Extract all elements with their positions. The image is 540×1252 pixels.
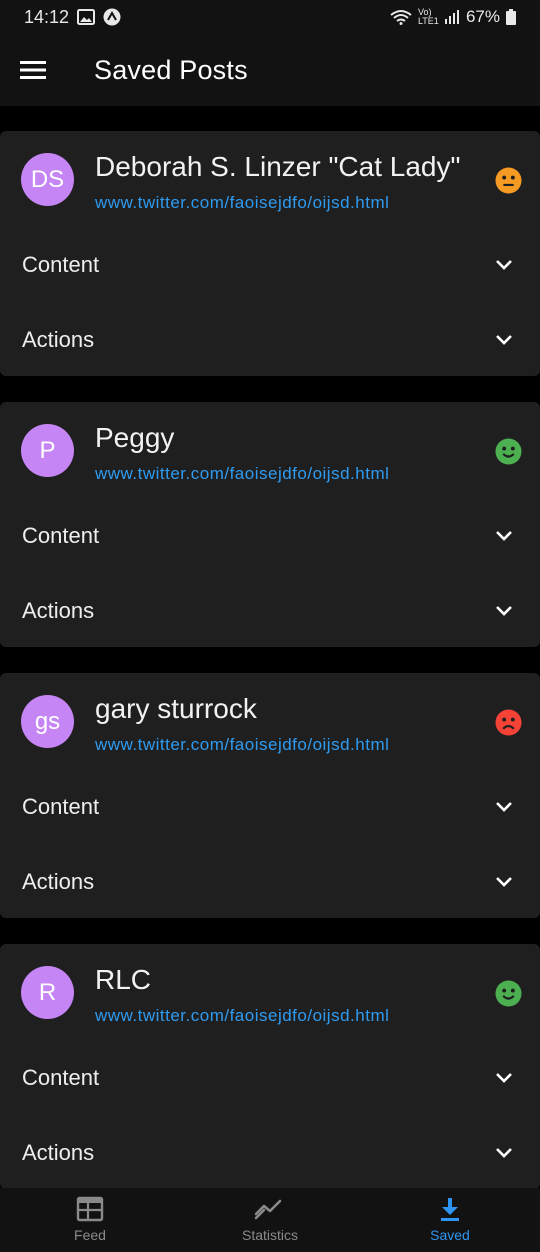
chevron-down-icon — [496, 259, 512, 270]
actions-expander[interactable]: Actions — [0, 844, 540, 919]
app-bar: Saved Posts — [0, 34, 540, 106]
wifi-icon — [390, 10, 412, 25]
download-icon — [441, 1198, 459, 1221]
nav-item-saved[interactable]: Saved — [360, 1188, 540, 1252]
post-card: R RLC www.twitter.com/faoisejdfo/oijsd.h… — [0, 944, 540, 1189]
post-link[interactable]: www.twitter.com/faoisejdfo/oijsd.html — [95, 1006, 389, 1026]
menu-button[interactable] — [0, 34, 66, 106]
content-label: Content — [22, 793, 100, 819]
actions-expander[interactable]: Actions — [0, 573, 540, 648]
actions-expander[interactable]: Actions — [0, 1115, 540, 1190]
actions-label: Actions — [22, 868, 95, 894]
bottom-navigation: Feed Statistics Saved — [0, 1188, 540, 1252]
author-name: Peggy — [95, 422, 175, 453]
post-header[interactable]: DS Deborah S. Linzer "Cat Lady" www.twit… — [0, 131, 540, 227]
signal-icon — [444, 10, 459, 24]
content-label: Content — [22, 1064, 100, 1090]
post-card: P Peggy www.twitter.com/faoisejdfo/oijsd… — [0, 402, 540, 647]
actions-expander[interactable]: Actions — [0, 302, 540, 377]
actions-label: Actions — [22, 326, 95, 352]
happy-face-icon — [495, 980, 522, 1007]
status-time: 14:12 — [24, 6, 70, 27]
chevron-down-icon — [496, 530, 512, 541]
content-expander[interactable]: Content — [0, 769, 540, 844]
avatar: gs — [21, 695, 74, 748]
author-name: RLC — [95, 964, 152, 995]
battery-icon — [506, 9, 516, 25]
status-bar: 14:12 Vo) LTE1 67% — [0, 0, 540, 34]
sad-face-icon — [495, 709, 522, 736]
post-card: gs gary sturrock www.twitter.com/faoisej… — [0, 673, 540, 918]
avatar: P — [21, 424, 74, 477]
neutral-face-icon — [495, 167, 522, 194]
hamburger-menu-icon — [20, 61, 46, 79]
content-expander[interactable]: Content — [0, 498, 540, 573]
post-header[interactable]: P Peggy www.twitter.com/faoisejdfo/oijsd… — [0, 402, 540, 498]
page-title: Saved Posts — [94, 54, 248, 85]
nav-label-statistics: Statistics — [241, 1227, 298, 1243]
nav-item-feed[interactable]: Feed — [0, 1188, 180, 1252]
author-name: Deborah S. Linzer "Cat Lady" — [95, 151, 461, 182]
content-label: Content — [22, 522, 100, 548]
content-expander[interactable]: Content — [0, 227, 540, 302]
network-label: Vo) LTE1 — [417, 7, 439, 26]
nav-label-feed: Feed — [74, 1227, 106, 1243]
chevron-down-icon — [496, 605, 512, 616]
content-expander[interactable]: Content — [0, 1040, 540, 1115]
post-link[interactable]: www.twitter.com/faoisejdfo/oijsd.html — [95, 735, 389, 755]
statistics-icon — [254, 1199, 282, 1220]
actions-label: Actions — [22, 1139, 95, 1165]
chevron-down-icon — [496, 876, 512, 887]
chevron-down-icon — [496, 801, 512, 812]
nav-item-statistics[interactable]: Statistics — [180, 1188, 360, 1252]
post-card: DS Deborah S. Linzer "Cat Lady" www.twit… — [0, 131, 540, 376]
post-header[interactable]: R RLC www.twitter.com/faoisejdfo/oijsd.h… — [0, 944, 540, 1040]
actions-label: Actions — [22, 597, 95, 623]
happy-face-icon — [495, 438, 522, 465]
avatar: DS — [21, 153, 74, 206]
post-link[interactable]: www.twitter.com/faoisejdfo/oijsd.html — [95, 464, 389, 484]
post-header[interactable]: gs gary sturrock www.twitter.com/faoisej… — [0, 673, 540, 769]
battery-percent: 67% — [465, 7, 500, 26]
author-name: gary sturrock — [95, 693, 257, 724]
feed-icon — [76, 1196, 104, 1222]
app-notification-icon — [103, 8, 121, 26]
content-label: Content — [22, 251, 100, 277]
nav-label-saved: Saved — [430, 1227, 470, 1243]
chevron-down-icon — [496, 1147, 512, 1158]
post-link[interactable]: www.twitter.com/faoisejdfo/oijsd.html — [95, 193, 389, 213]
chevron-down-icon — [496, 334, 512, 345]
avatar: R — [21, 966, 74, 1019]
gallery-notification-icon — [77, 9, 96, 25]
chevron-down-icon — [496, 1072, 512, 1083]
